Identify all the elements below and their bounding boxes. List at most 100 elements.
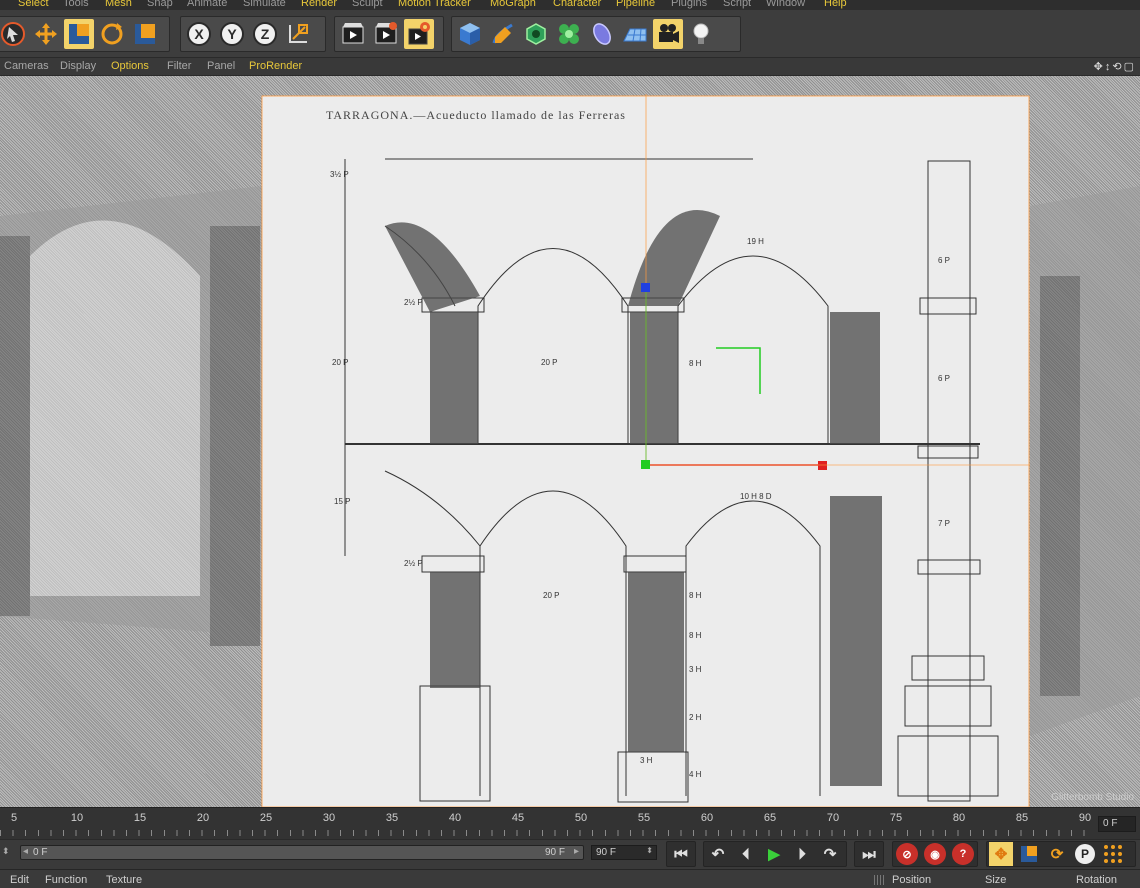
range-start-label: 0 F [33,847,48,858]
next-frame-icon: ⏵ [798,845,806,863]
scale-key-icon [1021,846,1037,862]
3d-viewport[interactable]: TARRAGONA.—Acueducto llamado de las Ferr… [0,76,1140,807]
deformer-button[interactable] [587,19,617,49]
viewport-menu-prorender[interactable]: ProRender [249,60,302,72]
camera-button[interactable] [653,19,683,49]
go-to-start-button[interactable]: ⏮ [669,842,693,866]
timeline-ruler[interactable]: 5 10 15 20 25 30 35 40 45 50 55 60 65 70… [0,808,1095,840]
menu-character[interactable]: Character [553,0,601,9]
position-key-button[interactable]: ✥ [989,842,1013,866]
materials-menu-edit[interactable]: Edit [10,874,29,886]
menu-window[interactable]: Window [766,0,805,9]
menu-pipeline[interactable]: Pipeline [616,0,655,9]
dimension-label: 3½ P [330,170,349,179]
dimension-label: 10 H 8 D [740,492,772,501]
x-axis-button[interactable]: X [184,19,214,49]
timeline-range-slider[interactable]: ◂ 0 F 90 F ▸ [20,845,584,860]
timeline-tick-label: 35 [385,812,399,824]
record-active-objects-icon: ⊘ [902,848,912,861]
viewport-menu-display[interactable]: Display [60,60,96,72]
next-frame-button[interactable]: ⏵ [790,842,814,866]
current-frame-field[interactable]: 0 F [1098,816,1136,832]
floor-button[interactable] [620,19,650,49]
timeline[interactable]: 5 10 15 20 25 30 35 40 45 50 55 60 65 70… [0,807,1140,839]
menu-animate[interactable]: Animate [187,0,227,9]
cube-button[interactable] [455,19,485,49]
render-picture-viewer-button[interactable] [371,19,401,49]
subdivision-icon [526,23,546,45]
menu-tools[interactable]: Tools [63,0,89,9]
tool-group-create [451,16,741,52]
cloner-button[interactable] [554,19,584,49]
menu-motion-tracker[interactable]: Motion Tracker [398,0,471,9]
go-to-end-button[interactable]: ⏭ [857,842,881,866]
rotation-key-button[interactable]: ⟳ [1045,842,1069,866]
viewport-menu-cameras[interactable]: Cameras [4,60,49,72]
svg-text:Y: Y [227,26,237,42]
edit-render-settings-button[interactable] [404,19,434,49]
materials-menu-function[interactable]: Function [45,874,87,886]
point-level-animation-button[interactable] [1101,842,1125,866]
menu-simulate[interactable]: Simulate [243,0,286,9]
floor-icon [623,28,647,42]
parameter-key-button[interactable]: P [1073,842,1097,866]
panel-grip-icon[interactable] [874,875,884,885]
end-frame-spinner-icon[interactable]: ⬍ [646,846,653,855]
dimension-label: 2½ P [404,298,423,307]
timeline-tick-label: 75 [889,812,903,824]
viewport-menu-panel[interactable]: Panel [207,60,235,72]
menu-help[interactable]: Help [824,0,847,9]
timeline-range-spinner-icon[interactable]: ⬍ [2,846,10,857]
dimension-label: 6 P [938,374,951,383]
timeline-tick-label: 60 [700,812,714,824]
viewport-menu-options[interactable]: Options [111,60,149,72]
next-key-button[interactable]: ↷ [818,842,842,866]
rotate-button[interactable] [97,19,127,49]
menu-snap[interactable]: Snap [147,0,173,9]
menu-sculpt[interactable]: Sculpt [352,0,383,9]
menu-mograph[interactable]: MoGraph [490,0,536,9]
coordinate-system-button[interactable] [283,19,313,49]
coordinate-system-icon [289,24,308,43]
autokeying-button[interactable]: ◉ [924,843,946,865]
previous-key-button[interactable]: ↶ [706,842,730,866]
scale-button[interactable] [64,19,94,49]
coordinates-header-size: Size [985,874,1007,886]
light-icon [693,23,709,44]
menu-mesh[interactable]: Mesh [105,0,132,9]
z-axis-button[interactable]: Z [250,19,280,49]
end-frame-field[interactable]: 90 F ⬍ [591,845,657,860]
menu-bar: Select Tools Mesh Snap Animate Simulate … [0,0,1140,10]
y-axis-handle-tip [641,460,650,469]
subdivision-button[interactable] [521,19,551,49]
menu-render[interactable]: Render [301,0,337,9]
live-selection-button[interactable] [0,19,28,49]
timeline-tick-label: 80 [952,812,966,824]
play-forward-button[interactable]: ▶ [762,842,786,866]
move-button[interactable] [31,19,61,49]
y-axis-button[interactable]: Y [217,19,247,49]
light-button[interactable] [686,19,716,49]
timeline-tick-label: 40 [448,812,462,824]
dimension-label: 7 P [938,519,951,528]
previous-frame-button[interactable]: ⏴ [734,842,758,866]
slider-left-arrow-icon[interactable]: ◂ [23,846,28,857]
viewport-menu-filter[interactable]: Filter [167,60,191,72]
dimension-label: 6 P [938,256,951,265]
slider-right-arrow-icon[interactable]: ▸ [574,846,579,857]
materials-menu-texture[interactable]: Texture [106,874,142,886]
pen-button[interactable] [488,19,518,49]
viewport-navigation-icons[interactable]: ✥↕⟲▢ [1094,60,1136,73]
coordinates-header-rotation: Rotation [1076,874,1117,886]
menu-script[interactable]: Script [723,0,751,9]
record-active-objects-button[interactable]: ⊘ [896,843,918,865]
menu-select[interactable]: Select [18,0,49,9]
last-tool-button[interactable] [130,19,160,49]
render-view-button[interactable] [338,19,368,49]
keyframe-selection-button[interactable]: ? [952,843,974,865]
previous-key-icon: ↶ [711,846,725,863]
menu-plugins[interactable]: Plugins [671,0,707,9]
previous-frame-icon: ⏴ [742,845,750,863]
scale-key-button[interactable] [1017,842,1041,866]
edit-render-settings-icon [408,22,430,45]
